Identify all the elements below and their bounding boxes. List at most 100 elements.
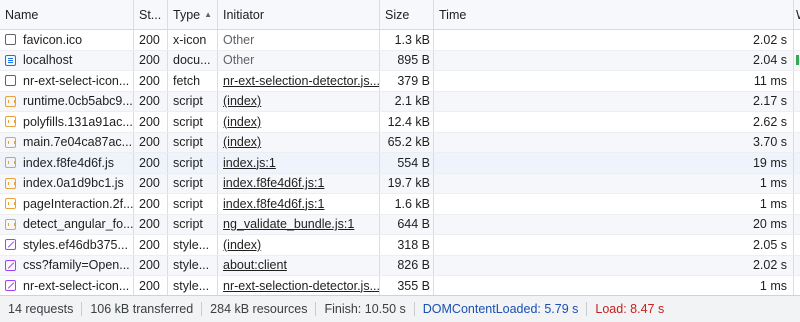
column-header-waterfall[interactable]: W xyxy=(794,0,800,29)
stylesheet-icon xyxy=(5,239,16,251)
initiator-link[interactable]: (index) xyxy=(223,94,261,108)
script-icon xyxy=(5,116,16,128)
cell-name[interactable]: localhost xyxy=(0,50,134,70)
cell-type: script xyxy=(168,112,218,132)
cell-size: 355 B xyxy=(380,276,434,296)
cell-initiator[interactable]: (index) xyxy=(218,132,380,152)
table-row[interactable]: index.f8fe4d6f.js 200 script index.js:1 554 … xyxy=(0,153,800,174)
cell-status: 200 xyxy=(134,276,168,296)
column-header-type[interactable]: Type ▲ xyxy=(168,0,218,29)
resources-size: 284 kB resources xyxy=(202,302,317,316)
request-time: 20 ms xyxy=(752,217,787,232)
initiator-link[interactable]: (index) xyxy=(223,238,261,252)
table-row[interactable]: css?family=Open... 200 style... about:clien… xyxy=(0,255,800,276)
table-row[interactable]: nr-ext-select-icon... 200 style... nr-ext-s… xyxy=(0,276,800,297)
cell-size: 318 B xyxy=(380,235,434,255)
initiator-link[interactable]: index.f8fe4d6f.js:1 xyxy=(223,197,324,211)
cell-type: style... xyxy=(168,276,218,296)
transfer-size: 12.4 kB xyxy=(387,114,430,129)
cell-initiator[interactable]: index.f8fe4d6f.js:1 xyxy=(218,173,380,193)
table-row[interactable]: styles.ef46db375... 200 style... (index) 318… xyxy=(0,235,800,256)
initiator-link[interactable]: ng_validate_bundle.js:1 xyxy=(223,217,354,231)
cell-name[interactable]: runtime.0cb5abc9... xyxy=(0,91,134,111)
column-header-size[interactable]: Size xyxy=(380,0,434,29)
document-icon xyxy=(5,54,16,66)
cell-name[interactable]: index.0a1d9bc1.js xyxy=(0,173,134,193)
request-time: 1 ms xyxy=(759,196,787,211)
resource-type: style... xyxy=(173,237,210,252)
cell-name[interactable]: main.7e04ca87ac... xyxy=(0,132,134,152)
initiator-link[interactable]: nr-ext-selection-detector.js... xyxy=(223,279,379,293)
resource-type: script xyxy=(173,176,203,191)
cell-name[interactable]: pageInteraction.2f... xyxy=(0,194,134,214)
table-row[interactable]: main.7e04ca87ac... 200 script (index) 65.2 k… xyxy=(0,132,800,153)
cell-name[interactable]: styles.ef46db375... xyxy=(0,235,134,255)
status-code: 200 xyxy=(139,278,160,293)
cell-time: 11 ms xyxy=(434,71,794,91)
cell-time: 19 ms xyxy=(434,153,794,173)
cell-initiator[interactable]: nr-ext-selection-detector.js... xyxy=(218,71,380,91)
cell-name[interactable]: css?family=Open... xyxy=(0,255,134,275)
cell-type: docu... xyxy=(168,50,218,70)
script-icon xyxy=(5,198,16,210)
cell-initiator[interactable]: (index) xyxy=(218,235,380,255)
column-header-initiator[interactable]: Initiator xyxy=(218,0,380,29)
cell-initiator[interactable]: ng_validate_bundle.js:1 xyxy=(218,214,380,234)
cell-status: 200 xyxy=(134,214,168,234)
cell-type: fetch xyxy=(168,71,218,91)
table-row[interactable]: runtime.0cb5abc9... 200 script (index) 2.1 k… xyxy=(0,91,800,112)
column-header-name[interactable]: Name xyxy=(0,0,134,29)
cell-waterfall xyxy=(794,276,800,296)
cell-waterfall xyxy=(794,215,800,235)
initiator-link[interactable]: (index) xyxy=(223,135,261,149)
request-time: 2.17 s xyxy=(752,94,787,109)
cell-initiator: Other xyxy=(218,50,380,70)
initiator-link[interactable]: index.f8fe4d6f.js:1 xyxy=(223,176,324,190)
transfer-size: 2.1 kB xyxy=(394,94,430,109)
finish-time: Finish: 10.50 s xyxy=(316,302,415,316)
table-row[interactable]: localhost 200 docu... Other 895 B 2.04 s xyxy=(0,50,800,71)
cell-name[interactable]: polyfills.131a91ac... xyxy=(0,112,134,132)
cell-initiator[interactable]: index.js:1 xyxy=(218,153,380,173)
cell-status: 200 xyxy=(134,112,168,132)
cell-type: script xyxy=(168,173,218,193)
cell-status: 200 xyxy=(134,91,168,111)
resource-type: docu... xyxy=(173,53,211,68)
initiator-link[interactable]: about:client xyxy=(223,258,287,272)
transfer-size: 355 B xyxy=(397,278,430,293)
cell-initiator[interactable]: index.f8fe4d6f.js:1 xyxy=(218,194,380,214)
cell-initiator[interactable]: about:client xyxy=(218,255,380,275)
cell-initiator[interactable]: nr-ext-selection-detector.js... xyxy=(218,276,380,296)
cell-time: 2.05 s xyxy=(434,235,794,255)
cell-name[interactable]: favicon.ico xyxy=(0,30,134,50)
column-header-time[interactable]: Time xyxy=(434,0,794,29)
resource-type: script xyxy=(173,196,203,211)
cell-size: 554 B xyxy=(380,153,434,173)
status-code: 200 xyxy=(139,196,160,211)
cell-name[interactable]: index.f8fe4d6f.js xyxy=(0,153,134,173)
cell-initiator[interactable]: (index) xyxy=(218,112,380,132)
cell-name[interactable]: nr-ext-select-icon... xyxy=(0,276,134,296)
cell-size: 826 B xyxy=(380,255,434,275)
table-row[interactable]: index.0a1d9bc1.js 200 script index.f8fe4d6f… xyxy=(0,173,800,194)
cell-status: 200 xyxy=(134,30,168,50)
table-row[interactable]: polyfills.131a91ac... 200 script (index) 12.… xyxy=(0,112,800,133)
table-row[interactable]: nr-ext-select-icon... 200 fetch nr-ext-sele… xyxy=(0,71,800,92)
initiator-link[interactable]: index.js:1 xyxy=(223,156,276,170)
cell-time: 2.02 s xyxy=(434,30,794,50)
initiator-link[interactable]: nr-ext-selection-detector.js... xyxy=(223,74,379,88)
cell-time: 2.02 s xyxy=(434,255,794,275)
table-row[interactable]: favicon.ico 200 x-icon Other 1.3 kB 2.02 s xyxy=(0,30,800,51)
column-header-status[interactable]: St... xyxy=(134,0,168,29)
cell-time: 2.04 s xyxy=(434,50,794,70)
column-header-initiator-label: Initiator xyxy=(223,7,264,22)
cell-initiator[interactable]: (index) xyxy=(218,91,380,111)
initiator-link[interactable]: (index) xyxy=(223,115,261,129)
table-row[interactable]: pageInteraction.2f... 200 script index.f8fe… xyxy=(0,194,800,215)
resource-type: style... xyxy=(173,258,210,273)
resource-type: script xyxy=(173,114,203,129)
status-code: 200 xyxy=(139,135,160,150)
cell-name[interactable]: nr-ext-select-icon... xyxy=(0,71,134,91)
cell-name[interactable]: detect_angular_fo... xyxy=(0,214,134,234)
table-row[interactable]: detect_angular_fo... 200 script ng_validate… xyxy=(0,214,800,235)
